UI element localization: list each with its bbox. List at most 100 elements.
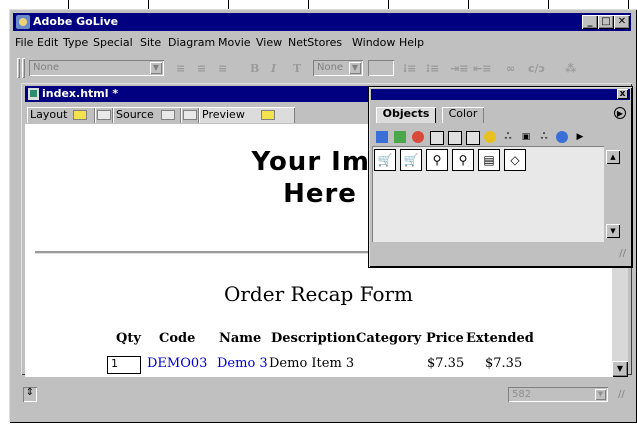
palette-objects-area: 🛒 🛒 ⚲ ⚲ ▤ ◇ [372, 146, 604, 242]
menu-bar: File Edit Type Special Site Diagram Movi… [13, 33, 631, 51]
menu-file[interactable]: File [15, 36, 33, 49]
outdent-icon[interactable]: ⇤≡ [473, 62, 491, 75]
netstores-icon[interactable] [556, 131, 568, 143]
column-header-description: Description [271, 331, 356, 346]
menu-window[interactable]: Window [352, 36, 395, 49]
item-code-link[interactable]: DEMO03 [147, 356, 207, 371]
site-objects-icon[interactable] [466, 131, 480, 145]
bullet-list-icon[interactable]: ⁝≡ [426, 62, 439, 75]
palette-close-button[interactable]: x [617, 89, 628, 99]
tab-objects[interactable]: Objects [376, 107, 436, 123]
document-status-bar: ⇕ 582 ▼ // [21, 384, 632, 404]
cart-list-object-icon[interactable]: 🛒 [400, 149, 422, 171]
menu-type[interactable]: Type [63, 36, 88, 49]
menu-diagram[interactable]: Diagram [168, 36, 215, 49]
menu-edit[interactable]: Edit [37, 36, 58, 49]
teletype-icon[interactable]: T [293, 62, 301, 75]
close-button[interactable]: ✕ [614, 15, 630, 29]
toolbar-grip[interactable] [22, 58, 25, 78]
webobjects-icon[interactable]: ▣ [520, 131, 532, 143]
formatting-toolbar: None ▼ ≡ ≡ ≡ B I T None ▼ ⁝≡ ⁝≡ ⇥≡ ⇤≡ ∞ … [13, 55, 631, 81]
tab-layout-label: Layout [30, 108, 68, 121]
scroll-down-icon[interactable]: ▼ [612, 361, 628, 377]
qty-value: 1 [111, 357, 118, 370]
align-center-icon[interactable]: ≡ [197, 62, 206, 75]
chevron-down-icon[interactable]: ▼ [150, 62, 162, 74]
bold-icon[interactable]: B [250, 62, 259, 75]
column-header-qty: Qty [116, 331, 141, 346]
more-categories-icon[interactable]: ▶ [574, 131, 586, 143]
numbered-list-icon[interactable]: ⁝≡ [403, 62, 416, 75]
menu-movie[interactable]: Movie [218, 36, 251, 49]
item-name-link[interactable]: Demo 3 [217, 356, 268, 371]
qty-input[interactable]: 1 [107, 356, 141, 374]
app-titlebar[interactable]: Adobe GoLive _ □ ✕ [13, 13, 631, 31]
basic-objects-icon[interactable] [376, 131, 388, 143]
menu-help[interactable]: Help [399, 36, 424, 49]
tab-outline[interactable] [95, 107, 113, 123]
cart-object-icon[interactable]: 🛒 [374, 149, 396, 171]
tab-layout[interactable]: Layout [27, 107, 95, 123]
resize-toggle-icon[interactable]: ⇕ [23, 387, 37, 402]
settings-icon[interactable]: ⁂ [565, 62, 576, 75]
frame-icon [183, 110, 197, 120]
menu-site[interactable]: Site [140, 36, 161, 49]
column-header-extended: Extended [466, 331, 534, 346]
column-header-code: Code [159, 331, 196, 346]
top-ruler-strip [0, 0, 637, 9]
menu-view[interactable]: View [256, 36, 282, 49]
tag-object-icon[interactable]: ◇ [504, 149, 526, 171]
paragraph-format-value: None [33, 62, 60, 73]
font-size-select[interactable]: None ▼ [313, 60, 363, 76]
resize-grip-icon[interactable]: // [618, 389, 625, 400]
minimize-button[interactable]: _ [582, 15, 598, 29]
menu-special[interactable]: Special [93, 36, 133, 49]
form-title: Order Recap Form [223, 282, 414, 306]
link-icon[interactable]: ∞ [506, 62, 515, 75]
tab-frame[interactable] [181, 107, 199, 123]
chevron-down-icon[interactable]: ▼ [349, 62, 361, 74]
tab-color[interactable]: Color [442, 107, 484, 123]
chevron-down-icon[interactable]: ▼ [595, 389, 606, 400]
scroll-up-icon[interactable]: ▲ [606, 150, 620, 164]
align-right-icon[interactable]: ≡ [218, 62, 227, 75]
custom-objects-icon[interactable]: ஃ [538, 131, 550, 143]
app-title: Adobe GoLive [33, 15, 119, 28]
tab-source[interactable]: Source [113, 107, 181, 123]
item-extended: $7.35 [485, 356, 523, 371]
frames-icon[interactable] [448, 131, 462, 145]
palette-menu-icon[interactable]: ▶ [614, 107, 626, 119]
indent-icon[interactable]: ⇥≡ [450, 62, 468, 75]
palette-category-icons: ஃ ▣ ஃ ▶ [374, 129, 630, 145]
unlink-icon[interactable]: c/ɔ [528, 62, 545, 75]
column-header-price: Price [426, 331, 464, 346]
tab-preview[interactable]: Preview [199, 107, 295, 123]
forms-icon[interactable] [412, 131, 424, 143]
search-object-icon[interactable]: ⚲ [426, 149, 448, 171]
order-object-icon[interactable]: ▤ [478, 149, 500, 171]
column-header-name: Name [219, 331, 262, 346]
resize-grip-icon[interactable]: // [619, 248, 626, 259]
head-objects-icon[interactable] [430, 131, 444, 145]
italic-icon[interactable]: I [271, 62, 276, 75]
item-price: $7.35 [427, 356, 465, 371]
palette-scrollbar[interactable]: ▲ ▼ [604, 146, 628, 242]
quicktime-icon[interactable] [484, 131, 496, 143]
text-color-field[interactable] [368, 60, 394, 76]
toolbar-grip[interactable] [17, 58, 20, 78]
palette-titlebar[interactable]: x [371, 89, 630, 100]
window-width-value: 582 [512, 389, 532, 400]
outline-icon [97, 110, 111, 120]
menu-netstores[interactable]: NetStores [288, 36, 342, 49]
golive-app-icon [16, 15, 30, 29]
diagram-objects-icon[interactable]: ஃ [502, 131, 514, 143]
smart-objects-icon[interactable] [394, 131, 406, 143]
source-icon [161, 110, 175, 120]
align-left-icon[interactable]: ≡ [176, 62, 185, 75]
tab-source-label: Source [116, 108, 154, 121]
window-width-field[interactable]: 582 ▼ [508, 387, 608, 402]
scroll-down-icon[interactable]: ▼ [606, 224, 620, 238]
paragraph-format-select[interactable]: None ▼ [29, 60, 164, 76]
search-form-object-icon[interactable]: ⚲ [452, 149, 474, 171]
maximize-button[interactable]: □ [598, 15, 614, 29]
